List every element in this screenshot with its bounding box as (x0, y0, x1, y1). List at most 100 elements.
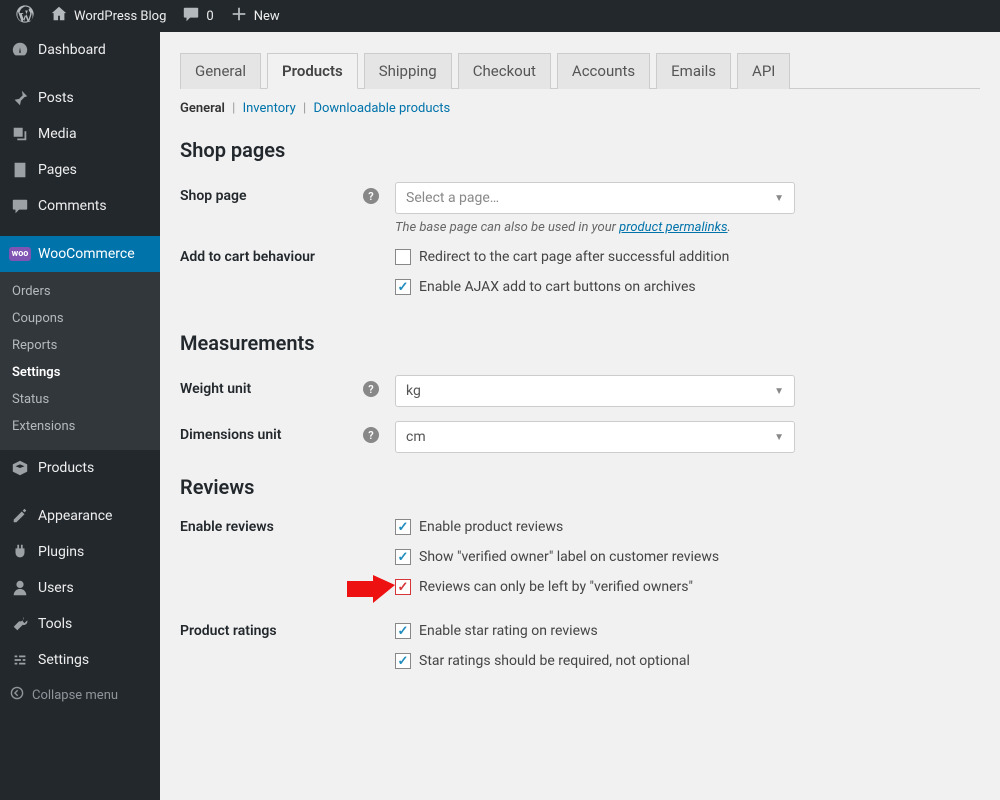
dimensions-unit-label: Dimensions unit (180, 427, 282, 443)
products-icon (10, 458, 30, 478)
plugins-icon (10, 542, 30, 562)
comments-count: 0 (206, 9, 213, 24)
sidebar-item-label: Tools (38, 616, 72, 632)
collapse-menu[interactable]: Collapse menu (0, 678, 160, 712)
redirect-checkbox[interactable] (395, 249, 411, 265)
subnav-downloadable[interactable]: Downloadable products (313, 101, 450, 116)
woo-icon: woo (10, 244, 30, 264)
shop-page-help-text: The base page can also be used in your p… (395, 220, 815, 235)
submenu-status[interactable]: Status (0, 386, 160, 413)
shop-page-label: Shop page (180, 188, 247, 204)
enable-reviews-label: Enable reviews (180, 519, 274, 535)
sidebar-item-appearance[interactable]: Appearance (0, 498, 160, 534)
sidebar-item-woocommerce[interactable]: woo WooCommerce (0, 236, 160, 272)
sidebar-item-label: Appearance (38, 508, 112, 524)
home-icon (50, 5, 68, 27)
tab-emails[interactable]: Emails (656, 53, 731, 89)
sidebar-item-plugins[interactable]: Plugins (0, 534, 160, 570)
sidebar-item-tools[interactable]: Tools (0, 606, 160, 642)
tab-accounts[interactable]: Accounts (557, 53, 650, 89)
sidebar-item-label: WooCommerce (38, 246, 135, 262)
shop-page-select[interactable]: Select a page… ▼ (395, 182, 795, 214)
collapse-label: Collapse menu (32, 688, 118, 703)
submenu-settings[interactable]: Settings (0, 359, 160, 386)
submenu-reports[interactable]: Reports (0, 332, 160, 359)
weight-unit-select[interactable]: kg ▼ (395, 375, 795, 407)
site-name: WordPress Blog (74, 9, 166, 24)
chevron-down-icon: ▼ (774, 386, 784, 397)
help-icon[interactable]: ? (363, 188, 379, 204)
star-required-text: Star ratings should be required, not opt… (419, 653, 690, 669)
sidebar-item-label: Dashboard (38, 42, 106, 58)
tab-checkout[interactable]: Checkout (458, 53, 551, 89)
verified-owner-label-checkbox[interactable] (395, 549, 411, 565)
subnav-general[interactable]: General (180, 101, 225, 116)
sidebar-item-products[interactable]: Products (0, 450, 160, 486)
weight-unit-value: kg (406, 383, 421, 399)
pin-icon (10, 88, 30, 108)
sidebar-item-pages[interactable]: Pages (0, 152, 160, 188)
sidebar-item-label: Users (38, 580, 74, 596)
settings-tabs: General Products Shipping Checkout Accou… (180, 52, 980, 89)
dimensions-unit-select[interactable]: cm ▼ (395, 421, 795, 453)
dimensions-unit-value: cm (406, 429, 426, 445)
products-subnav: General | Inventory | Downloadable produ… (180, 101, 980, 116)
sidebar-item-label: Pages (38, 162, 77, 178)
site-home[interactable]: WordPress Blog (42, 0, 174, 32)
sidebar-item-users[interactable]: Users (0, 570, 160, 606)
shop-page-placeholder: Select a page… (406, 190, 499, 206)
comments-link[interactable]: 0 (174, 0, 221, 32)
appearance-icon (10, 506, 30, 526)
users-icon (10, 578, 30, 598)
sidebar-item-posts[interactable]: Posts (0, 80, 160, 116)
tools-icon (10, 614, 30, 634)
tab-shipping[interactable]: Shipping (364, 53, 452, 89)
chevron-down-icon: ▼ (774, 193, 784, 204)
enable-product-reviews-checkbox[interactable] (395, 519, 411, 535)
section-shop-pages: Shop pages (180, 138, 980, 162)
dashboard-icon (10, 40, 30, 60)
submenu-extensions[interactable]: Extensions (0, 413, 160, 440)
ajax-checkbox[interactable] (395, 279, 411, 295)
submenu-orders[interactable]: Orders (0, 278, 160, 305)
sidebar-item-label: Plugins (38, 544, 84, 560)
admin-bar: WordPress Blog 0 New (0, 0, 1000, 32)
verified-only-checkbox[interactable] (395, 579, 411, 595)
sidebar-item-comments[interactable]: Comments (0, 188, 160, 224)
collapse-icon (10, 686, 24, 704)
tab-products[interactable]: Products (267, 53, 358, 89)
new-label: New (254, 9, 280, 24)
star-required-checkbox[interactable] (395, 653, 411, 669)
enable-star-text: Enable star rating on reviews (419, 623, 598, 639)
help-icon[interactable]: ? (363, 427, 379, 443)
enable-star-checkbox[interactable] (395, 623, 411, 639)
wp-logo[interactable] (8, 0, 42, 32)
section-reviews: Reviews (180, 475, 980, 499)
submenu-coupons[interactable]: Coupons (0, 305, 160, 332)
tab-api[interactable]: API (737, 53, 790, 89)
add-to-cart-label: Add to cart behaviour (180, 249, 315, 265)
sidebar-item-label: Posts (38, 90, 74, 106)
admin-sidebar: Dashboard Posts Media Pages Comments woo… (0, 32, 160, 800)
new-content[interactable]: New (222, 0, 288, 32)
wordpress-icon (16, 5, 34, 27)
help-icon[interactable]: ? (363, 381, 379, 397)
sidebar-item-media[interactable]: Media (0, 116, 160, 152)
verified-owner-label-text: Show "verified owner" label on customer … (419, 549, 719, 565)
media-icon (10, 124, 30, 144)
highlight-arrow (343, 573, 395, 613)
permalinks-link[interactable]: product permalinks (619, 220, 727, 235)
sidebar-item-dashboard[interactable]: Dashboard (0, 32, 160, 68)
sidebar-item-label: Media (38, 126, 77, 142)
comment-icon (182, 5, 200, 27)
ajax-label: Enable AJAX add to cart buttons on archi… (419, 279, 696, 295)
sidebar-item-label: Comments (38, 198, 107, 214)
woocommerce-submenu: Orders Coupons Reports Settings Status E… (0, 272, 160, 450)
comment-icon (10, 196, 30, 216)
enable-product-reviews-text: Enable product reviews (419, 519, 563, 535)
subnav-inventory[interactable]: Inventory (243, 101, 296, 116)
tab-general[interactable]: General (180, 53, 261, 89)
sidebar-item-label: Settings (38, 652, 89, 668)
sidebar-item-settings[interactable]: Settings (0, 642, 160, 678)
section-measurements: Measurements (180, 331, 980, 355)
